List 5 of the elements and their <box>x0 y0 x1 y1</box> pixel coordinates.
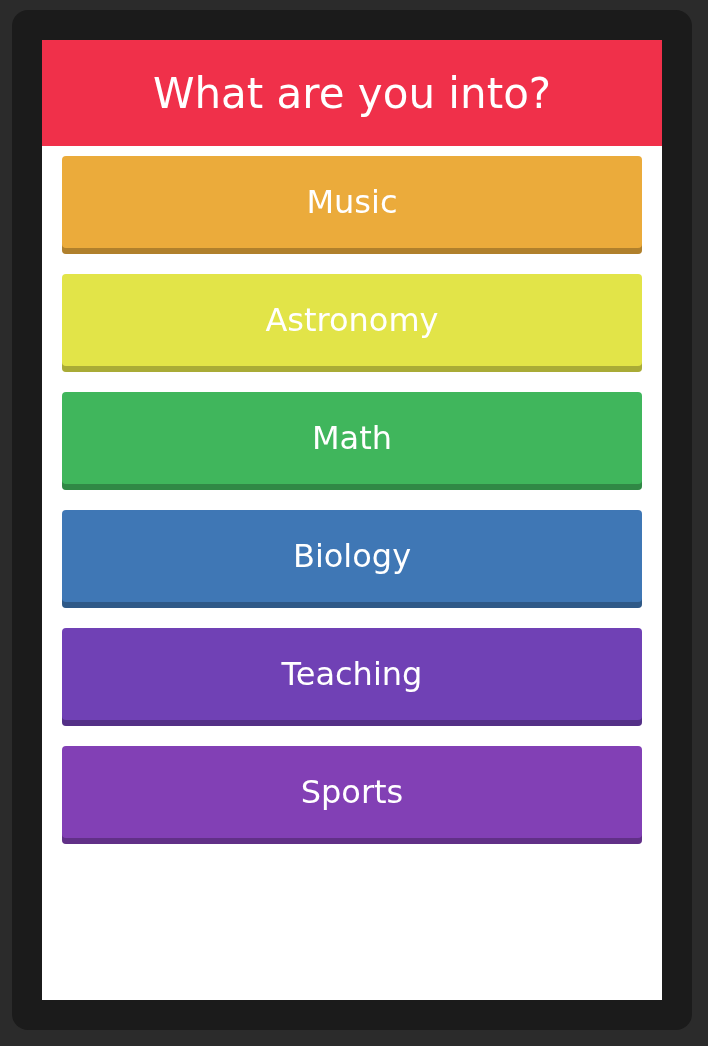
header-title: What are you into? <box>42 40 662 146</box>
interest-button[interactable]: Sports <box>62 746 642 844</box>
interest-button[interactable]: Biology <box>62 510 642 608</box>
interest-button[interactable]: Teaching <box>62 628 642 726</box>
interest-button[interactable]: Math <box>62 392 642 490</box>
